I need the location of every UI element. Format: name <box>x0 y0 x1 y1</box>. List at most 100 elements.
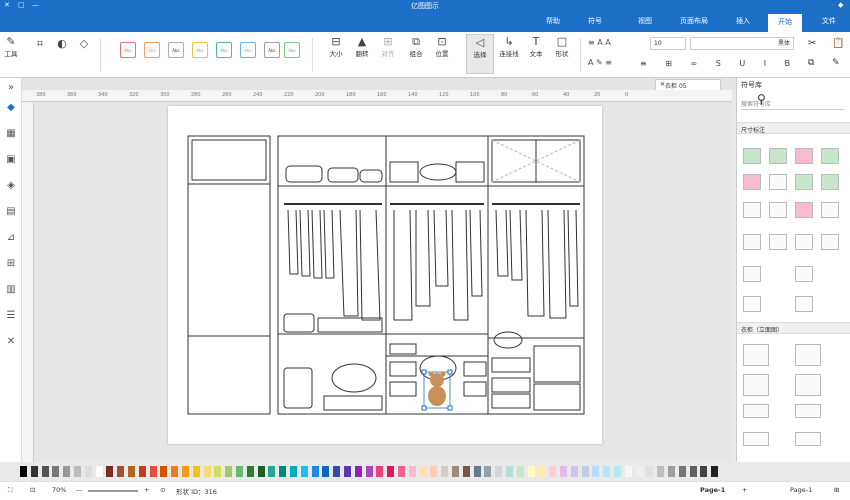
color-swatch[interactable] <box>678 466 686 477</box>
size-button[interactable]: ⊟ 大小 <box>326 36 346 59</box>
color-swatch[interactable] <box>516 466 524 477</box>
color-swatch[interactable] <box>560 466 567 477</box>
layers-icon[interactable]: ◈ <box>3 178 19 194</box>
zoom-level[interactable]: 70% <box>52 486 66 494</box>
color-swatch[interactable] <box>41 466 49 477</box>
section-wardrobe[interactable]: 衣柜（立面图） <box>737 322 850 334</box>
color-swatch[interactable] <box>365 466 373 477</box>
color-swatch[interactable] <box>344 466 351 477</box>
table-icon[interactable]: ⊞ <box>3 256 19 272</box>
color-swatch[interactable] <box>614 466 621 477</box>
style-sample-green[interactable]: Abc <box>284 42 300 58</box>
color-swatch[interactable] <box>84 466 92 477</box>
color-swatch[interactable] <box>138 466 146 477</box>
color-swatch[interactable] <box>290 466 297 477</box>
style-sample-dark[interactable]: Abc <box>264 42 280 58</box>
shape-dim-7[interactable] <box>795 174 813 190</box>
grid-icon[interactable]: ▦ <box>3 126 19 142</box>
color-swatch[interactable] <box>603 466 611 477</box>
paragraph-icons[interactable]: ≡ A A <box>588 38 611 47</box>
zoom-out-icon[interactable]: — <box>76 486 83 494</box>
shape-dim-20[interactable] <box>795 296 813 312</box>
shape-button[interactable]: □ 形状 <box>552 36 572 59</box>
color-swatch[interactable] <box>711 466 719 477</box>
color-swatch[interactable] <box>95 466 103 477</box>
menu-page-layout[interactable]: 页面布局 <box>680 16 708 26</box>
section-dimension[interactable]: 尺寸标注 <box>737 122 850 134</box>
image-icon[interactable]: ▣ <box>3 152 19 168</box>
color-swatch[interactable] <box>160 466 168 477</box>
wardrobe-drawing[interactable] <box>168 106 602 444</box>
menu-help[interactable]: 帮助 <box>546 16 560 26</box>
tools-button[interactable]: ✎ 工具 <box>4 36 18 59</box>
document-tab[interactable]: 衣柜 05 ✕ <box>655 79 721 90</box>
color-swatch[interactable] <box>387 466 395 477</box>
color-swatch[interactable] <box>311 466 319 477</box>
minimize-icon[interactable]: — <box>32 1 39 9</box>
style-sample-blue[interactable]: Abc <box>240 42 256 58</box>
play-icon[interactable]: ⊙ <box>160 486 165 494</box>
color-swatch[interactable] <box>74 466 81 477</box>
color-swatch[interactable] <box>419 466 427 477</box>
add-page-icon[interactable]: + <box>742 486 747 494</box>
color-swatch[interactable] <box>203 466 211 477</box>
color-swatch[interactable] <box>473 466 481 477</box>
shape-dim-3[interactable] <box>795 148 813 164</box>
shape-dim-17[interactable] <box>743 266 761 282</box>
color-swatch[interactable] <box>700 466 708 477</box>
menu-view[interactable]: 视图 <box>638 16 652 26</box>
color-swatch[interactable] <box>52 466 60 477</box>
color-swatch[interactable] <box>624 466 632 477</box>
outline-icon[interactable]: ☰ <box>3 308 19 324</box>
shape-dim-1[interactable] <box>743 148 761 164</box>
color-swatch[interactable] <box>646 466 654 477</box>
style-sample-yellow[interactable]: Abc <box>192 42 208 58</box>
shape-dim-18[interactable] <box>795 266 813 282</box>
color-swatch[interactable] <box>236 466 243 477</box>
color-swatch[interactable] <box>549 466 557 477</box>
color-swatch[interactable] <box>171 466 179 477</box>
shape-dim-19[interactable] <box>743 296 761 312</box>
color-swatch[interactable] <box>225 466 233 477</box>
shape-dim-9[interactable] <box>743 202 761 218</box>
close-icon[interactable]: ✕ <box>4 1 10 9</box>
fullscreen-icon[interactable]: ⛶ <box>8 486 13 495</box>
font-name-field[interactable]: 黑体 <box>690 37 794 50</box>
color-swatch[interactable] <box>128 466 135 477</box>
color-swatch[interactable] <box>333 466 341 477</box>
line-color-icon[interactable]: ◇ <box>78 38 90 50</box>
color-swatch[interactable] <box>430 466 438 477</box>
color-swatch[interactable] <box>657 466 665 477</box>
format-painter-icon[interactable]: ✎ <box>832 58 840 68</box>
page-dropdown[interactable]: Page-1 <box>790 486 812 494</box>
collapse-icon[interactable]: » <box>3 80 19 96</box>
connector-button[interactable]: ↳ 连接线 <box>498 36 520 59</box>
color-swatch[interactable] <box>495 466 503 477</box>
color-swatch[interactable] <box>182 466 189 477</box>
shape-dim-5[interactable] <box>743 174 761 190</box>
color-swatch[interactable] <box>441 466 449 477</box>
fill-icon[interactable]: ◐ <box>56 38 68 50</box>
wardrobe-shape-2[interactable] <box>795 344 821 366</box>
color-swatch[interactable] <box>257 466 265 477</box>
wardrobe-shape-7[interactable] <box>743 432 769 446</box>
color-swatch[interactable] <box>570 466 578 477</box>
wardrobe-shape-8[interactable] <box>795 432 821 446</box>
color-swatch[interactable] <box>354 466 362 477</box>
page-nav-icon[interactable]: ⊞ <box>834 486 839 494</box>
cut-icon[interactable]: ✂ <box>808 38 816 49</box>
align-button[interactable]: ⊞ 对齐 <box>378 36 398 59</box>
shape-dim-8[interactable] <box>821 174 839 190</box>
color-swatch[interactable] <box>246 466 254 477</box>
chart-icon[interactable]: ⊿ <box>3 230 19 246</box>
color-swatch[interactable] <box>506 466 513 477</box>
color-swatch[interactable] <box>322 466 330 477</box>
color-swatch[interactable] <box>408 466 416 477</box>
expand-icon[interactable]: ✕ <box>3 334 19 350</box>
text-button[interactable]: T 文本 <box>526 36 546 59</box>
color-swatch[interactable] <box>668 466 675 477</box>
color-swatch[interactable] <box>300 466 308 477</box>
history-icon[interactable]: ▥ <box>3 282 19 298</box>
style-sample-gray[interactable]: Abc <box>168 42 184 58</box>
paste-icon[interactable]: 📋 <box>832 38 844 49</box>
